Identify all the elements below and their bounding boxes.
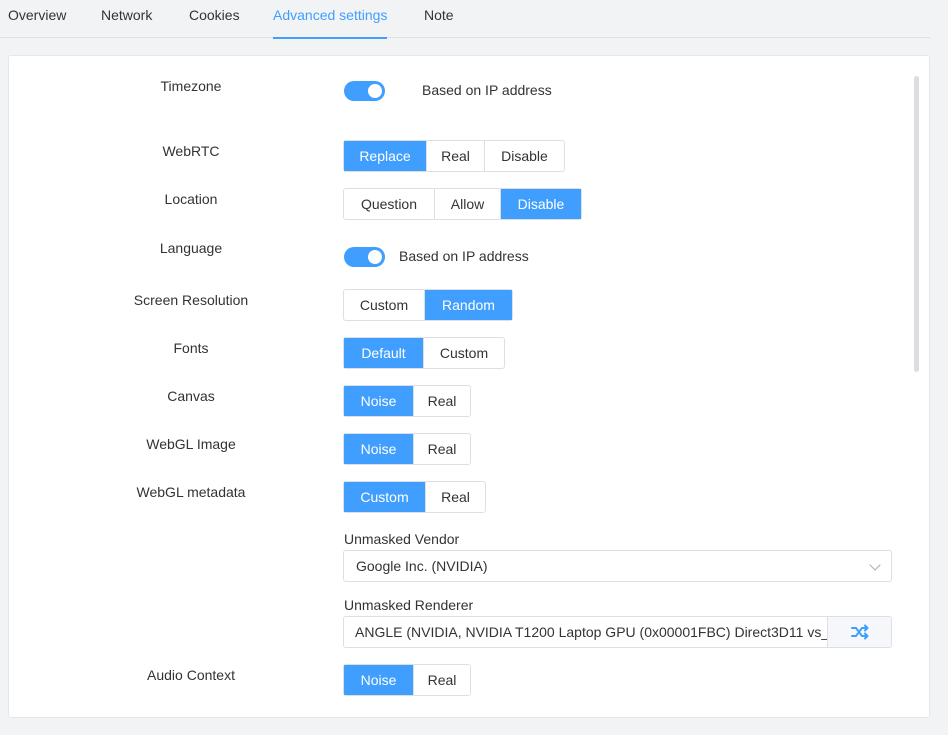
fonts-default-button[interactable]: Default bbox=[344, 338, 424, 368]
webgl-metadata-real-button[interactable]: Real bbox=[426, 482, 485, 512]
fonts-segmented: Default Custom bbox=[343, 337, 505, 369]
webgl-metadata-segmented: Custom Real bbox=[343, 481, 486, 513]
tab-bar: Overview Network Cookies Advanced settin… bbox=[0, 0, 930, 39]
location-question-button[interactable]: Question bbox=[344, 189, 435, 219]
unmasked-renderer-label: Unmasked Renderer bbox=[344, 597, 474, 613]
webrtc-real-button[interactable]: Real bbox=[427, 141, 485, 171]
screen-resolution-random-button[interactable]: Random bbox=[425, 290, 512, 320]
tab-cookies[interactable]: Cookies bbox=[189, 0, 240, 38]
tab-network[interactable]: Network bbox=[101, 0, 152, 38]
canvas-segmented: Noise Real bbox=[343, 385, 471, 417]
audio-context-label: Audio Context bbox=[147, 667, 235, 683]
unmasked-vendor-select[interactable]: Google Inc. (NVIDIA) bbox=[343, 550, 892, 582]
unmasked-renderer-input[interactable]: ANGLE (NVIDIA, NVIDIA T1200 Laptop GPU (… bbox=[344, 617, 828, 647]
toggle-knob bbox=[368, 84, 382, 98]
webgl-image-segmented: Noise Real bbox=[343, 433, 471, 465]
location-disable-button[interactable]: Disable bbox=[501, 189, 581, 219]
fonts-custom-button[interactable]: Custom bbox=[424, 338, 504, 368]
audio-context-noise-button[interactable]: Noise bbox=[344, 665, 414, 695]
webgl-image-noise-button[interactable]: Noise bbox=[344, 434, 414, 464]
toggle-knob bbox=[368, 250, 382, 264]
location-segmented: Question Allow Disable bbox=[343, 188, 582, 220]
webrtc-segmented: Replace Real Disable bbox=[343, 140, 565, 172]
fonts-label: Fonts bbox=[173, 340, 209, 356]
canvas-label: Canvas bbox=[167, 388, 215, 404]
language-label: Language bbox=[159, 240, 223, 256]
screen-resolution-custom-button[interactable]: Custom bbox=[344, 290, 425, 320]
scrollbar[interactable] bbox=[914, 76, 919, 372]
unmasked-vendor-label: Unmasked Vendor bbox=[344, 531, 460, 547]
webgl-metadata-label: WebGL metadata bbox=[136, 484, 246, 500]
language-toggle-text: Based on IP address bbox=[399, 248, 529, 264]
language-toggle[interactable] bbox=[344, 247, 385, 267]
tab-note[interactable]: Note bbox=[424, 0, 454, 38]
canvas-real-button[interactable]: Real bbox=[414, 386, 470, 416]
tab-advanced-settings[interactable]: Advanced settings bbox=[273, 0, 388, 39]
unmasked-vendor-value: Google Inc. (NVIDIA) bbox=[356, 558, 488, 574]
tab-overview[interactable]: Overview bbox=[8, 0, 66, 38]
webrtc-disable-button[interactable]: Disable bbox=[485, 141, 564, 171]
timezone-toggle-text: Based on IP address bbox=[422, 82, 552, 98]
webrtc-replace-button[interactable]: Replace bbox=[344, 141, 427, 171]
shuffle-icon bbox=[850, 624, 868, 640]
audio-context-segmented: Noise Real bbox=[343, 664, 471, 696]
webgl-metadata-custom-button[interactable]: Custom bbox=[344, 482, 426, 512]
screen-resolution-label: Screen Resolution bbox=[133, 292, 249, 308]
shuffle-button[interactable] bbox=[828, 617, 891, 647]
unmasked-renderer-group: ANGLE (NVIDIA, NVIDIA T1200 Laptop GPU (… bbox=[343, 616, 892, 648]
timezone-label: Timezone bbox=[160, 78, 222, 94]
webrtc-label: WebRTC bbox=[162, 143, 220, 159]
location-label: Location bbox=[164, 191, 218, 207]
timezone-toggle[interactable] bbox=[344, 81, 385, 101]
audio-context-real-button[interactable]: Real bbox=[414, 665, 470, 695]
screen-resolution-segmented: Custom Random bbox=[343, 289, 513, 321]
canvas-noise-button[interactable]: Noise bbox=[344, 386, 414, 416]
webgl-image-real-button[interactable]: Real bbox=[414, 434, 470, 464]
location-allow-button[interactable]: Allow bbox=[435, 189, 501, 219]
webgl-image-label: WebGL Image bbox=[146, 436, 236, 452]
chevron-down-icon bbox=[869, 559, 881, 571]
